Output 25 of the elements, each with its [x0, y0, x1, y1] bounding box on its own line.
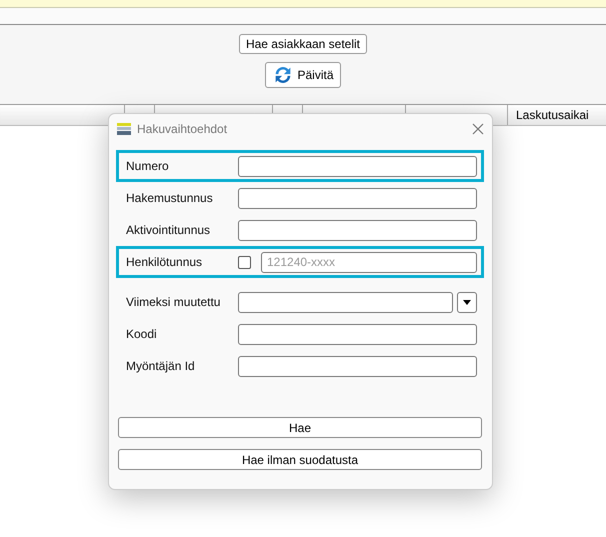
- field-label: Henkilötunnus: [126, 255, 204, 269]
- search-button[interactable]: Hae: [118, 417, 482, 438]
- app-logo-icon: [117, 122, 131, 136]
- field-label: Viimeksi muutettu: [126, 295, 222, 309]
- dialog-title: Hakuvaihtoehdot: [137, 122, 228, 136]
- input-field[interactable]: [238, 324, 477, 344]
- dropdown-button[interactable]: [457, 292, 477, 312]
- field-label: Aktivointitunnus: [126, 223, 212, 237]
- field-label: Hakemustunnus: [126, 191, 214, 205]
- column-header[interactable]: Laskutusaikai: [516, 108, 589, 122]
- field-label: Numero: [126, 159, 170, 173]
- fetch-button[interactable]: Hae asiakkaan setelit: [238, 34, 368, 54]
- search-all-button[interactable]: Hae ilman suodatusta: [118, 449, 482, 470]
- input-field[interactable]: [238, 292, 453, 312]
- input-field[interactable]: 121240-xxxx: [261, 252, 477, 272]
- field-label: Koodi: [126, 327, 158, 341]
- caret-icon: [463, 300, 471, 304]
- refresh-button[interactable]: Päivitä: [265, 62, 341, 88]
- input-field[interactable]: [238, 188, 477, 208]
- checkbox[interactable]: [238, 256, 251, 268]
- field-label: Myöntäjän Id: [126, 359, 196, 373]
- close-icon[interactable]: [472, 123, 484, 135]
- input-field[interactable]: [238, 156, 477, 176]
- input-field[interactable]: [238, 220, 477, 240]
- input-field[interactable]: [238, 356, 477, 376]
